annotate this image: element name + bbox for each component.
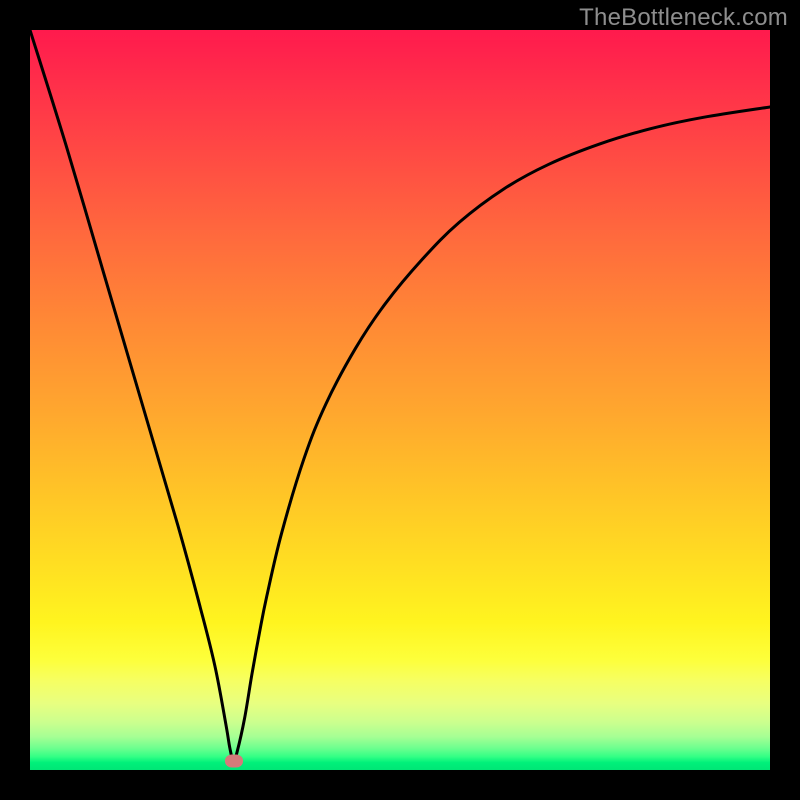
bottleneck-curve	[30, 30, 770, 770]
chart-frame: TheBottleneck.com	[0, 0, 800, 800]
watermark-text: TheBottleneck.com	[579, 4, 788, 32]
plot-area	[30, 30, 770, 770]
min-marker	[225, 755, 243, 768]
